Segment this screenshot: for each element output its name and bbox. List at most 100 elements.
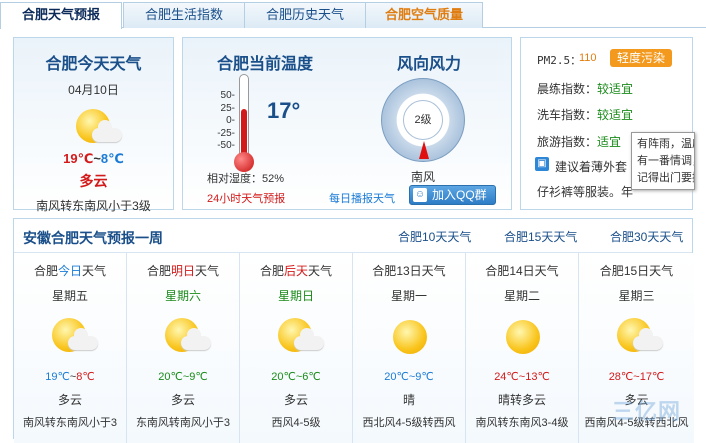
wind-title: 风向风力 <box>397 56 462 73</box>
day-temp: 24℃~13℃ <box>494 371 550 383</box>
tab-forecast[interactable]: 合肥天气预报 <box>0 2 122 29</box>
tab-bar: 合肥天气预报 合肥生活指数 合肥历史天气 合肥空气质量 <box>0 0 706 29</box>
day-wind: 西北风4-5级转西风 <box>362 417 456 429</box>
today-low: 8℃ <box>100 151 124 166</box>
week-header: 安徽合肥天气预报一周 合肥10天天气 合肥15天天气 合肥30天天气 <box>14 219 692 253</box>
today-temp-range: 19℃~8℃ <box>14 151 173 167</box>
index-value: 适宜 <box>597 135 622 149</box>
thermometer-scale: 50- 25- 0- -25- -50- <box>213 90 235 158</box>
pm25-value: 110 <box>579 52 597 64</box>
clothing-advice: 建议着薄外套 <box>555 160 628 174</box>
link-30-day[interactable]: 合肥30天天气 <box>610 228 683 245</box>
index-panel: PM2.5： 110 轻度污染 晨练指数：较适宜 洗车指数：较适宜 旅游指数：适… <box>520 37 695 210</box>
index-label: 晨练指数： <box>537 82 598 96</box>
index-label: 洗车指数： <box>537 108 598 122</box>
scale-tick: -25- <box>217 127 235 139</box>
day-title: 合肥今日天气 <box>33 264 107 278</box>
qq-button-label: 加入QQ群 <box>432 188 487 202</box>
pm25-label: PM2.5： <box>537 54 582 67</box>
qq-icon: ☺ <box>413 188 427 202</box>
pm25-badge[interactable]: 轻度污染 <box>610 49 672 67</box>
thermometer-bulb <box>234 152 254 172</box>
day-wind: 南风转东南风3-4级 <box>475 417 569 429</box>
day-wind: 西风4-5级 <box>271 417 321 429</box>
day-wind: 东南风转南风小于3 <box>135 417 231 429</box>
daily-broadcast-link[interactable]: 每日播报天气 <box>329 190 395 206</box>
day-weekday: 星期三 <box>618 289 655 303</box>
week-title: 安徽合肥天气预报一周 <box>23 230 163 246</box>
today-date: 04月10日 <box>68 83 119 97</box>
watermark: 三亿网 <box>612 399 682 424</box>
tab-air-quality[interactable]: 合肥空气质量 <box>365 2 483 28</box>
day-condition: 晴 <box>402 393 415 407</box>
tab-life-index[interactable]: 合肥生活指数 <box>123 2 245 28</box>
day-title: 合肥15日天气 <box>599 264 674 278</box>
current-temp: 17° <box>267 98 301 123</box>
partly-cloudy-icon <box>240 314 352 358</box>
index-row: 晨练指数：较适宜 <box>537 80 633 97</box>
shirt-icon: ▣ <box>535 157 549 171</box>
day-condition: 多云 <box>283 393 308 407</box>
sunny-icon <box>353 314 465 358</box>
today-title: 合肥今天天气 <box>45 56 142 73</box>
tooltip-line: 有一番情调， <box>637 155 694 167</box>
today-high: 19℃ <box>63 151 94 166</box>
wind-arrow-icon <box>419 141 429 159</box>
day-column[interactable]: 合肥14日天气 星期二 24℃~13℃ 晴转多云 南风转东南风3-4级 <box>466 253 579 443</box>
day-temp: 28℃~17℃ <box>608 371 665 383</box>
scale-tick: 25- <box>220 102 235 114</box>
day-condition: 晴转多云 <box>497 393 546 407</box>
week-panel: 安徽合肥天气预报一周 合肥10天天气 合肥15天天气 合肥30天天气 合肥今日天… <box>13 218 694 443</box>
wind-level: 2级 <box>403 100 443 140</box>
day-title: 合肥14日天气 <box>485 264 559 278</box>
join-qq-group-button[interactable]: ☺ 加入QQ群 <box>409 185 496 205</box>
link-15-day[interactable]: 合肥15天天气 <box>504 228 577 245</box>
day-column[interactable]: 合肥后天天气 星期日 20℃~6℃ 多云 西风4-5级 <box>240 253 353 443</box>
day-column[interactable]: 合肥明日天气 星期六 20℃~9℃ 多云 东南风转南风小于3 <box>127 253 240 443</box>
day-weekday: 星期二 <box>503 289 540 303</box>
day-weekday: 星期六 <box>164 289 201 303</box>
scale-tick: 0- <box>226 115 235 126</box>
index-value: 较适宜 <box>597 108 634 122</box>
day-weekday: 星期日 <box>277 289 314 303</box>
day-column[interactable]: 合肥今日天气 星期五 19℃~8℃ 多云 南风转东南风小于3 <box>14 253 127 443</box>
tooltip-line: 有阵雨，温度 <box>637 138 694 150</box>
day-temp: 20℃~9℃ <box>384 371 434 383</box>
scale-tick: -50- <box>217 140 235 151</box>
day-temp: 19℃~8℃ <box>45 371 95 383</box>
wind-compass-icon: 2级 <box>381 78 465 162</box>
today-panel: 合肥今天天气 04月10日 19℃~8℃ 多云 南风转东南风小于3级 <box>13 37 174 213</box>
wind-direction: 南风 <box>411 170 436 184</box>
today-wind: 南风转东南风小于3级 <box>36 199 151 213</box>
advice-tooltip: 有阵雨，温度 有一番情调， 记得出门要携 <box>631 132 695 190</box>
day-condition: 多云 <box>57 393 82 407</box>
partly-cloudy-icon <box>14 314 126 358</box>
day-column[interactable]: 合肥13日天气 星期一 20℃~9℃ 晴 西北风4-5级转西风 <box>353 253 466 443</box>
day-temp: 20℃~9℃ <box>158 371 208 383</box>
day-temp: 20℃~6℃ <box>271 371 321 383</box>
forecast-24h-link[interactable]: 24小时天气预报 <box>207 190 285 206</box>
index-value: 较适宜 <box>597 82 634 96</box>
partly-cloudy-icon <box>127 314 239 358</box>
day-weekday: 星期五 <box>51 289 88 303</box>
day-condition: 多云 <box>170 393 195 407</box>
scale-tick: 50- <box>220 90 235 101</box>
humidity: 相对湿度：52% <box>207 173 285 185</box>
today-condition: 多云 <box>79 173 108 189</box>
day-title: 合肥明日天气 <box>146 264 220 278</box>
today-sep: ~ <box>93 151 101 166</box>
sunny-icon <box>466 314 578 358</box>
day-wind: 南风转东南风小于3 <box>22 417 118 429</box>
day-weekday: 星期一 <box>390 289 427 303</box>
tab-history[interactable]: 合肥历史天气 <box>244 2 366 28</box>
day-title: 合肥后天天气 <box>259 264 333 278</box>
index-row: 洗车指数：较适宜 <box>537 106 633 123</box>
partly-cloudy-icon <box>14 101 173 149</box>
day-title: 合肥13日天气 <box>372 264 446 278</box>
current-panel: 合肥当前温度 50- 25- 0- -25- -50- 17° 相对湿度：52%… <box>182 37 512 210</box>
tooltip-line: 记得出门要携 <box>637 172 694 184</box>
index-label: 旅游指数： <box>537 135 598 149</box>
index-row: 旅游指数：适宜 <box>537 133 621 150</box>
link-10-day[interactable]: 合肥10天天气 <box>398 228 471 245</box>
partly-cloudy-icon <box>579 314 694 358</box>
